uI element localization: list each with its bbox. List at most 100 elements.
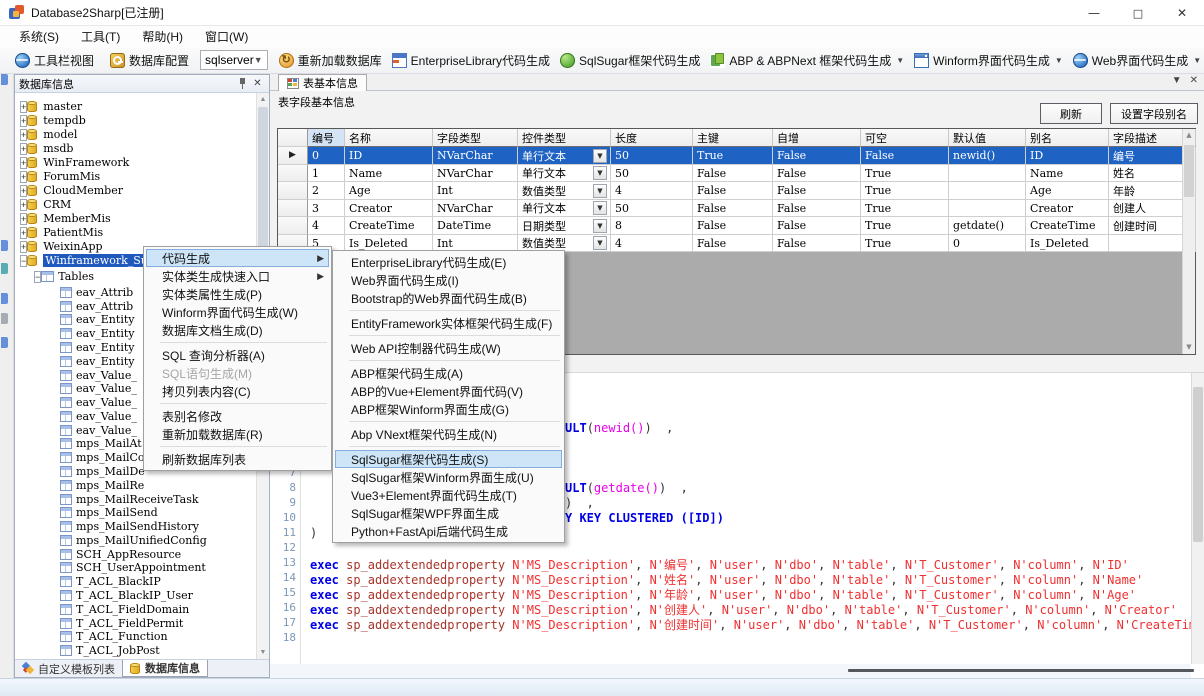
tree-node-database[interactable]: +msdb (15, 141, 256, 155)
grid-column-header[interactable]: 字段类型 (433, 129, 518, 147)
grid-cell[interactable]: False (773, 235, 861, 253)
scroll-up-icon[interactable]: ▲ (257, 93, 269, 106)
tree-node-table[interactable]: T_ACL_FieldDomain (15, 602, 256, 616)
grid-cell[interactable]: NVarChar (433, 200, 518, 218)
grid-cell[interactable]: ID (345, 147, 433, 165)
expander-icon[interactable]: + (20, 101, 27, 113)
grid-cell[interactable]: True (861, 200, 949, 218)
scroll-up-icon[interactable]: ▲ (1183, 129, 1195, 142)
tab-list-dropdown-icon[interactable]: ▼ (1172, 75, 1182, 86)
db-type-select[interactable]: sqlserver▼ (200, 50, 268, 70)
tree-node-table[interactable]: SCH_AppResource (15, 547, 256, 561)
grid-cell[interactable]: NVarChar (433, 147, 518, 165)
menubar-item-4[interactable]: 窗口(W) (194, 26, 259, 47)
dropdown-button[interactable]: ▼ (593, 149, 607, 163)
grid-cell[interactable]: Creator (1026, 200, 1109, 218)
tree-node-database[interactable]: +WinFramework (15, 155, 256, 169)
grid-cell[interactable]: 3 (308, 200, 345, 218)
dropdown-button[interactable]: ▼ (593, 219, 607, 233)
submenu-item[interactable]: EntityFramework实体框架代码生成(F) (335, 314, 562, 332)
grid-cell[interactable]: 4 (611, 182, 693, 200)
menubar-item-1[interactable]: 系统(S) (8, 26, 70, 47)
submenu-item[interactable]: ABP框架Winform界面生成(G) (335, 400, 562, 418)
grid-cell[interactable]: 2 (308, 182, 345, 200)
grid-cell[interactable]: 50 (611, 165, 693, 183)
grid-cell[interactable]: True (861, 235, 949, 253)
grid-cell[interactable]: CreateTime (1026, 217, 1109, 235)
grid-cell[interactable]: 数值类型▼ (518, 182, 611, 200)
grid-column-header[interactable]: 编号 (308, 129, 345, 147)
tab-table-info[interactable]: 表基本信息 (278, 74, 367, 91)
grid-cell[interactable]: Age (1026, 182, 1109, 200)
tree-node-table[interactable]: mps_MailUnifiedConfig (15, 534, 256, 548)
tree-node-database[interactable]: +MemberMis (15, 211, 256, 225)
grid-cell[interactable]: False (773, 147, 861, 165)
toolbar-button-数据库配置[interactable]: 数据库配置 (105, 49, 194, 71)
grid-cell[interactable]: CreateTime (345, 217, 433, 235)
grid-cell[interactable]: False (773, 200, 861, 218)
toolbar-button-SqlSugar框架代码生成[interactable]: SqlSugar框架代码生成 (555, 49, 705, 71)
expander-icon[interactable]: + (20, 129, 27, 141)
grid-column-header[interactable]: 控件类型 (518, 129, 611, 147)
dropdown-button[interactable]: ▼ (593, 184, 607, 198)
expander-icon[interactable]: + (20, 171, 27, 183)
grid-cell[interactable]: 50 (611, 147, 693, 165)
submenu-item[interactable]: ABP框架代码生成(A) (335, 364, 562, 382)
toolbar-button-重新加载数据库[interactable]: 重新加载数据库 (274, 49, 387, 71)
tree-node-table[interactable]: T_ACL_BlackIP (15, 575, 256, 589)
context-menu-item[interactable]: 代码生成▶ (146, 249, 329, 267)
tree-node-database[interactable]: +ForumMis (15, 169, 256, 183)
tree-node-database[interactable]: +master (15, 99, 256, 113)
grid-column-header[interactable]: 默认值 (949, 129, 1026, 147)
tree-node-database[interactable]: +model (15, 127, 256, 141)
grid-cell[interactable]: 8 (611, 217, 693, 235)
expander-icon[interactable]: + (20, 213, 27, 225)
grid-cell[interactable]: True (861, 165, 949, 183)
submenu-item[interactable]: SqlSugar框架WPF界面生成 (335, 504, 562, 522)
grid-cell[interactable]: False (773, 217, 861, 235)
tree-node-database[interactable]: +PatientMis (15, 225, 256, 239)
toolbar-button-EnterpriseLibrary代码生成[interactable]: EnterpriseLibrary代码生成 (387, 49, 555, 71)
submenu-item[interactable]: Vue3+Element界面代码生成(T) (335, 486, 562, 504)
context-menu-item[interactable]: 数据库文档生成(D) (146, 321, 329, 339)
grid-cell[interactable]: False (773, 182, 861, 200)
menubar-item-3[interactable]: 帮助(H) (131, 26, 194, 47)
row-header-cell[interactable] (278, 165, 308, 183)
submenu-item[interactable]: Python+FastApi后端代码生成 (335, 522, 562, 540)
submenu-item[interactable]: ABP的Vue+Element界面代码(V) (335, 382, 562, 400)
grid-cell[interactable]: False (693, 200, 773, 218)
close-button[interactable]: ✕ (1160, 0, 1204, 26)
grid-cell[interactable]: 单行文本▼ (518, 200, 611, 218)
submenu-item[interactable]: SqlSugar框架Winform界面生成(U) (335, 468, 562, 486)
toolbar-button-ABP & ABPNext 框架代码生成[interactable]: ABP & ABPNext 框架代码生成▼ (705, 49, 909, 71)
submenu-item[interactable]: Web界面代码生成(I) (335, 271, 562, 289)
tree-node-table[interactable]: T_ACL_JobPost (15, 644, 256, 658)
grid-cell[interactable]: DateTime (433, 217, 518, 235)
tree-node-database[interactable]: +CloudMember (15, 183, 256, 197)
expander-icon[interactable]: − (20, 255, 27, 267)
expander-icon[interactable]: + (20, 241, 27, 253)
context-menu-item[interactable]: 实体类属性生成(P) (146, 285, 329, 303)
tree-node-table[interactable]: T_ACL_BlackIP_User (15, 589, 256, 603)
grid-cell[interactable]: NVarChar (433, 165, 518, 183)
grid-cell[interactable]: 单行文本▼ (518, 147, 611, 165)
toolbar-button-Web界面代码生成[interactable]: Web界面代码生成▼ (1068, 49, 1204, 71)
submenu-item[interactable]: EnterpriseLibrary代码生成(E) (335, 253, 562, 271)
grid-cell[interactable]: 0 (949, 235, 1026, 253)
minimize-button[interactable]: — (1072, 0, 1116, 26)
tree-node-table[interactable]: mps_MailRe (15, 478, 256, 492)
grid-cell[interactable]: Name (345, 165, 433, 183)
context-menu-item[interactable]: 拷贝列表内容(C) (146, 382, 329, 400)
grid-cell[interactable]: ID (1026, 147, 1109, 165)
tree-node-table[interactable]: mps_MailReceiveTask (15, 492, 256, 506)
row-header-cell[interactable]: ▶ (278, 147, 308, 165)
expander-icon[interactable]: + (20, 227, 27, 239)
grid-scrollbar[interactable]: ▲ ▼ (1182, 129, 1195, 354)
refresh-button[interactable]: 刷新 (1040, 103, 1102, 124)
grid-cell[interactable]: False (773, 165, 861, 183)
context-menu-item[interactable]: 刷新数据库列表 (146, 450, 329, 468)
grid-cell[interactable]: 4 (611, 235, 693, 253)
grid-cell[interactable]: getdate() (949, 217, 1026, 235)
scroll-down-icon[interactable]: ▼ (257, 646, 269, 659)
submenu-item[interactable]: Web API控制器代码生成(W) (335, 339, 562, 357)
